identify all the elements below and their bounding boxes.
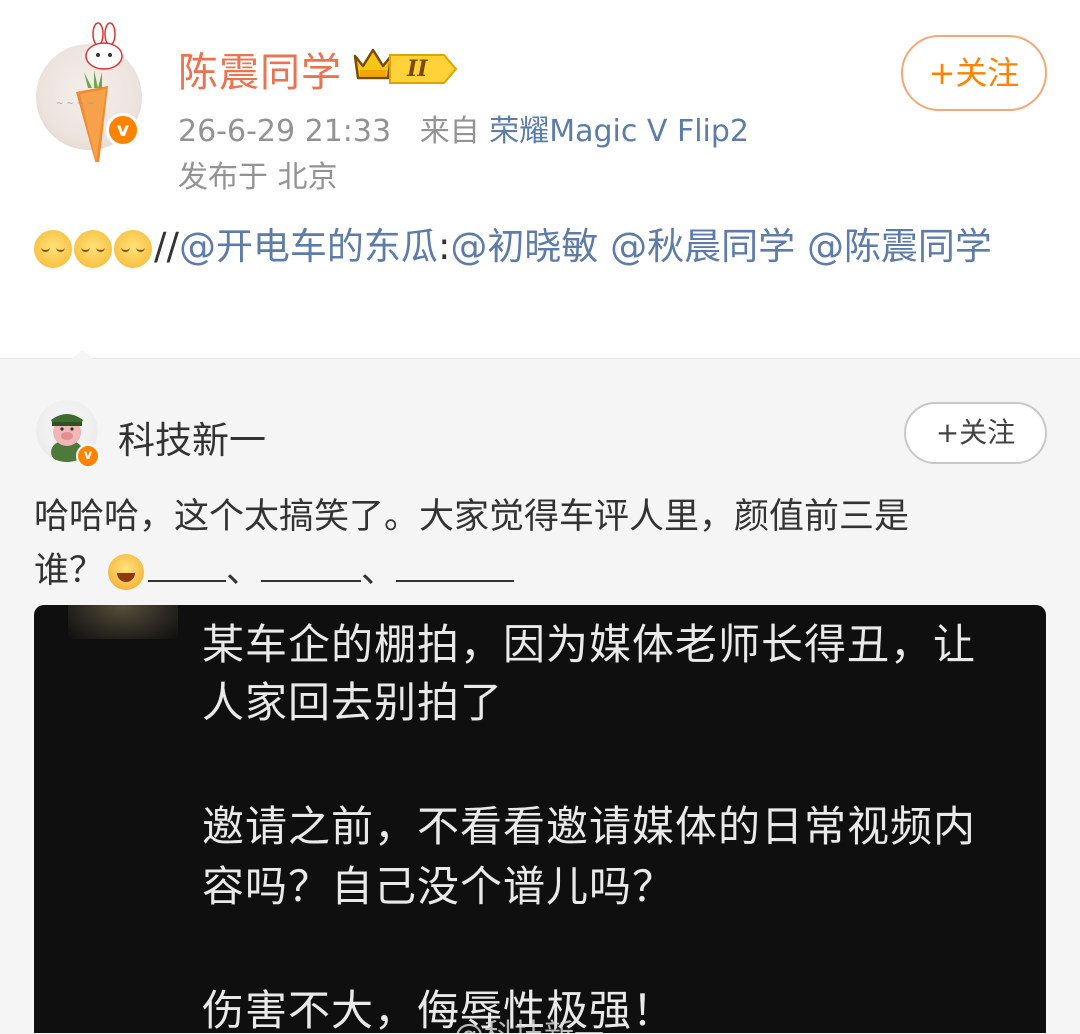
mention-link[interactable]: @秋晨同学 xyxy=(610,225,795,268)
mention-link[interactable]: @陈震同学 xyxy=(807,225,992,268)
repost-follow-button[interactable]: +关注 xyxy=(904,402,1047,464)
post-image[interactable]: 某车企的棚拍，因为媒体老师长得丑，让 人家回去别拍了 邀请之前，不看看邀请媒体的… xyxy=(34,605,1046,1033)
repost-text-question: 谁？ xyxy=(34,551,105,591)
repost-body: 哈哈哈，这个太搞笑了。大家觉得车评人里，颜值前三是 谁？ 、 、 xyxy=(34,490,1044,598)
repost-text-line1: 哈哈哈，这个太搞笑了。大家觉得车评人里，颜值前三是 xyxy=(34,497,910,537)
repost-pointer xyxy=(70,350,94,360)
post-meta: 26-6-29 21:33 来自 荣耀Magic V Flip2 xyxy=(178,106,749,150)
image-text-line3: 邀请之前，不看看邀请媒体的日常视频内 xyxy=(202,802,977,851)
svg-text:~ ~ ~ ~: ~ ~ ~ ~ xyxy=(56,99,95,109)
mention-link[interactable]: @开电车的东瓜 xyxy=(179,225,438,268)
emoji-group xyxy=(34,229,152,268)
mention-link[interactable]: @初晓敏 xyxy=(450,225,598,268)
image-text-line2: 人家回去别拍了 xyxy=(202,678,504,727)
separator: 、 xyxy=(226,551,262,591)
smile-icon xyxy=(114,229,152,268)
verified-badge-icon: v xyxy=(106,113,140,147)
repost-author-name[interactable]: 科技新一 xyxy=(118,410,266,464)
device-link[interactable]: 荣耀Magic V Flip2 xyxy=(489,114,749,149)
follow-button[interactable]: +关注 xyxy=(901,35,1047,111)
smile-icon xyxy=(74,229,112,268)
image-text-line5: 伤害不大，侮辱性极强！ xyxy=(202,986,676,1033)
repost-separator: // xyxy=(154,225,179,268)
post-timestamp: 26-6-29 21:33 xyxy=(178,114,392,149)
image-text-line4: 容吗？自己没个谱儿吗？ xyxy=(202,862,676,911)
blank-line xyxy=(148,550,227,582)
post-location: 发布于 北京 xyxy=(178,160,338,195)
repost-text-line2: 谁？ 、 、 xyxy=(34,544,1044,598)
author-name[interactable]: 陈震同学 xyxy=(178,40,342,98)
from-label: 来自 xyxy=(419,114,480,149)
smile-icon xyxy=(34,229,72,268)
post-card: ~ ~ ~ ~ v 陈震同学 II 26-6-29 21:33 来自 荣耀Mag… xyxy=(0,0,1080,358)
blank-line xyxy=(261,550,362,582)
blank-line xyxy=(396,550,515,582)
level-label: II xyxy=(407,56,428,82)
image-watermark: @科技新一 xyxy=(454,1010,604,1033)
image-text-line1: 某车企的棚拍，因为媒体老师长得丑，让 xyxy=(202,620,977,669)
verified-badge-icon: v xyxy=(76,444,100,468)
image-figure xyxy=(68,605,178,639)
laughing-crying-icon xyxy=(108,554,145,590)
colon-text: : xyxy=(437,225,451,268)
post-body: //@开电车的东瓜:@初晓敏 @秋晨同学 @陈震同学 xyxy=(34,220,1044,274)
separator: 、 xyxy=(361,551,397,591)
